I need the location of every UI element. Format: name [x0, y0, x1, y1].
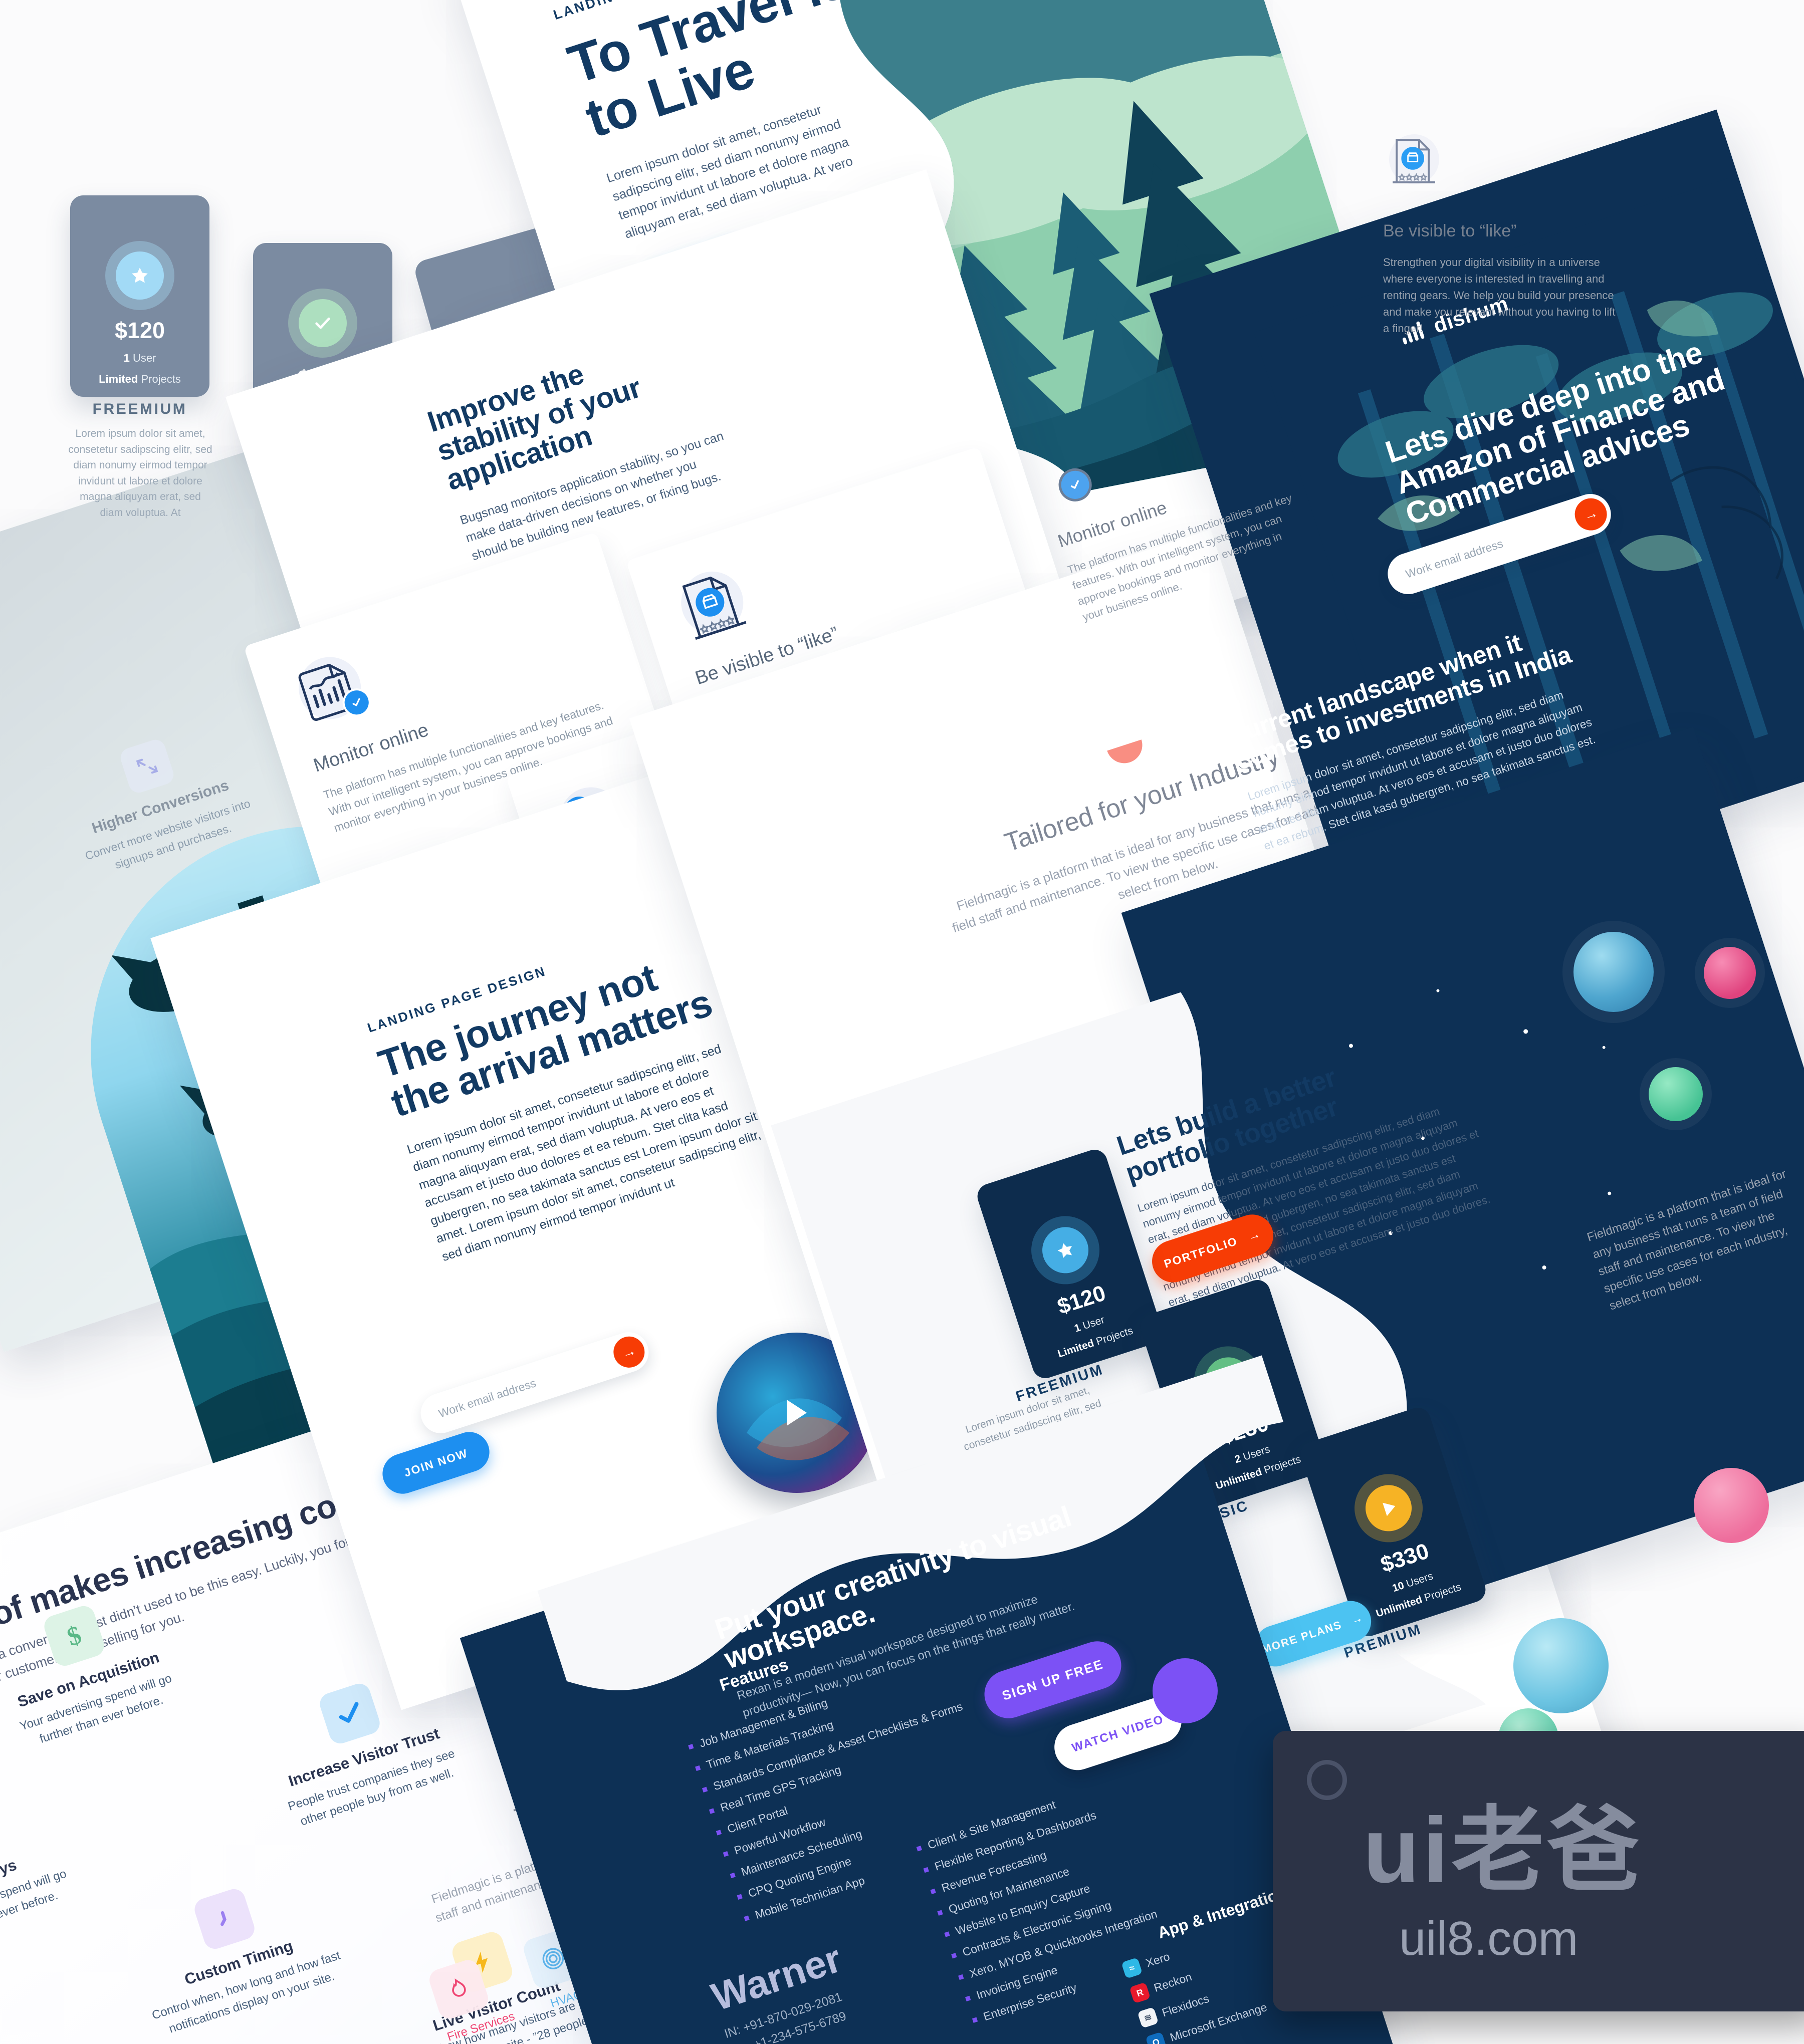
- planet-pink: [1704, 947, 1756, 999]
- price-projects-qty: Limited: [99, 373, 138, 385]
- price-value: $330: [1378, 1539, 1432, 1578]
- workspace-purple-orb: [1153, 1658, 1218, 1723]
- arrow-right-icon[interactable]: →: [1570, 494, 1611, 535]
- arrow-right-icon: →: [1245, 1225, 1263, 1244]
- bullet-dot: [916, 1846, 922, 1852]
- price-projects-word: Projects: [1094, 1325, 1135, 1348]
- watermark-logo: ui老爸: [1363, 1799, 1643, 1902]
- price-users-count: 10: [1391, 1580, 1406, 1595]
- camera-ring-icon: [1307, 1760, 1347, 1800]
- check-badge: [288, 288, 358, 358]
- store-review-icon: [664, 557, 759, 652]
- arrow-right-icon[interactable]: →: [609, 1332, 649, 1372]
- price-projects-word: Projects: [141, 373, 181, 385]
- mockup-canvas: Higher Conversions Convert more website …: [0, 0, 1804, 2044]
- bullet-dot: [744, 1915, 750, 1921]
- play-badge: [1345, 1465, 1432, 1552]
- planet-green: [1649, 1067, 1703, 1121]
- bullet-dot: [716, 1830, 722, 1836]
- visible-right-body: Strengthen your digital visibility in a …: [1383, 256, 1616, 335]
- star-badge: [1022, 1207, 1108, 1294]
- map-journey-icon: [0, 1798, 2, 1864]
- watermark-panel: ui老爸 uil8.com: [1273, 1731, 1804, 2011]
- pricing-light-description: Lorem ipsum dolor sit amet, consetetur s…: [68, 428, 212, 519]
- bullet-dot: [930, 1888, 936, 1895]
- bullet-dot: [972, 2017, 978, 2023]
- play-icon: [787, 1400, 807, 1426]
- star-badge: [105, 240, 175, 311]
- bullet-dot: [709, 1808, 715, 1814]
- bullet-dot: [688, 1744, 694, 1750]
- bullet-dot: [723, 1851, 729, 1857]
- bullet-dot: [923, 1867, 929, 1873]
- price-users-word: User: [1081, 1314, 1106, 1332]
- store-review-icon: [1383, 130, 1443, 190]
- price-projects-word: Projects: [1423, 1581, 1463, 1604]
- bullet-dot: [730, 1872, 736, 1879]
- portfolio-button-label: PORTFOLIO: [1162, 1234, 1239, 1270]
- app-name: Flexidocs: [1160, 1991, 1211, 2019]
- price-projects-qty: Unlimited: [1374, 1594, 1424, 1620]
- bullet-dot: [695, 1765, 701, 1771]
- price-value: $120: [114, 318, 165, 343]
- price-projects-qty: Limited: [1056, 1337, 1096, 1360]
- planet-pink-right: [1694, 1468, 1769, 1543]
- journey-join-now-label: JOIN NOW: [402, 1446, 470, 1479]
- visible-right-block: Be visible to “like” Strengthen your dig…: [1383, 130, 1664, 337]
- planet-blue: [1573, 932, 1654, 1012]
- visible-right-title: Be visible to “like”: [1383, 221, 1517, 240]
- price-users-word: User: [132, 352, 156, 364]
- price-users-word: Users: [1405, 1570, 1435, 1590]
- bullet-dot: [737, 1894, 743, 1900]
- microsoft-exchange-icon: O: [1145, 2031, 1167, 2044]
- arrow-right-icon: →: [1348, 1610, 1366, 1628]
- price-value: $120: [1054, 1281, 1109, 1320]
- watermark-url: uil8.com: [1399, 1912, 1578, 1965]
- chart-document-icon: [282, 643, 376, 737]
- bullet-dot: [702, 1786, 708, 1793]
- price-users-count: 1: [123, 352, 130, 364]
- app-name: Reckon: [1152, 1969, 1194, 1994]
- price-users-count: 1: [1073, 1322, 1082, 1335]
- price-label-freemium: FREEMIUM: [92, 401, 187, 417]
- price-card-freemium[interactable]: $120 1 User Limited Projects: [70, 195, 209, 397]
